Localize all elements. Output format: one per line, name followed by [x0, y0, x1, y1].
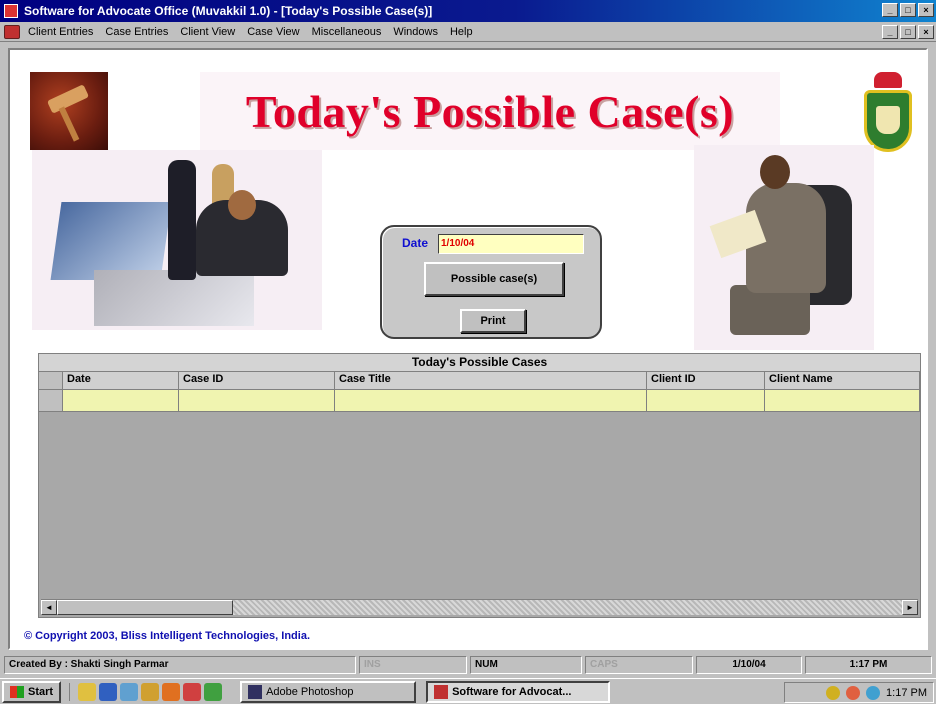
cell-client-id[interactable] — [647, 390, 765, 411]
mdi-controls: _ □ × — [882, 25, 934, 39]
date-input[interactable]: 1/10/04 — [438, 234, 584, 254]
app-icon-green[interactable] — [204, 682, 223, 701]
quick-launch — [69, 682, 223, 701]
status-caps: CAPS — [585, 656, 693, 674]
mdi-minimize-button[interactable]: _ — [882, 25, 898, 39]
maximize-button[interactable]: □ — [900, 3, 916, 17]
date-panel: Date 1/10/04 Possible case(s) Print — [380, 225, 602, 339]
close-button[interactable]: × — [918, 3, 934, 17]
cases-grid[interactable]: Today's Possible Cases Date Case ID Case… — [38, 353, 921, 618]
windows-logo-icon — [10, 685, 24, 698]
status-created-by: Created By : Shakti Singh Parmar — [4, 656, 356, 674]
system-tray: 1:17 PM — [784, 682, 934, 703]
document-icon[interactable] — [4, 24, 20, 39]
task-advocate[interactable]: Software for Advocat... — [426, 680, 611, 703]
start-button[interactable]: Start — [2, 680, 62, 703]
cell-date[interactable] — [63, 390, 179, 411]
business-meeting-photo — [32, 150, 322, 330]
col-case-title[interactable]: Case Title — [335, 372, 647, 389]
status-num: NUM — [470, 656, 582, 674]
row-selector[interactable] — [39, 390, 63, 411]
window-controls: _ □ × — [882, 3, 934, 17]
page-title: Today's Possible Case(s) — [245, 85, 735, 137]
mail-icon[interactable] — [162, 682, 181, 701]
photoshop-icon — [248, 684, 263, 699]
clock[interactable]: 1:17 PM — [886, 687, 927, 699]
statusbar: Created By : Shakti Singh Parmar INS NUM… — [0, 654, 936, 676]
heading-banner: Today's Possible Case(s) — [200, 72, 780, 150]
businessman-phone-photo — [694, 145, 874, 350]
volume-icon[interactable] — [826, 685, 841, 700]
table-row[interactable] — [39, 390, 920, 412]
status-date: 1/10/04 — [696, 656, 802, 674]
cell-client-name[interactable] — [765, 390, 920, 411]
desktop-icon[interactable] — [78, 682, 97, 701]
scroll-left-icon[interactable]: ◄ — [41, 600, 57, 615]
col-date[interactable]: Date — [63, 372, 179, 389]
menu-windows[interactable]: Windows — [393, 26, 438, 38]
menu-miscellaneous[interactable]: Miscellaneous — [312, 26, 382, 38]
mdi-close-button[interactable]: × — [918, 25, 934, 39]
date-label: Date — [402, 236, 429, 250]
col-case-id[interactable]: Case ID — [179, 372, 335, 389]
status-ins: INS — [359, 656, 467, 674]
menubar: Client Entries Case Entries Client View … — [0, 22, 936, 42]
header-selector — [39, 372, 63, 389]
grid-caption: Today's Possible Cases — [39, 354, 920, 372]
grid-header: Date Case ID Case Title Client ID Client… — [39, 372, 920, 390]
col-client-name[interactable]: Client Name — [765, 372, 920, 389]
task-photoshop[interactable]: Adobe Photoshop — [240, 680, 417, 703]
taskbar: Start Adobe Photoshop Software for Advoc… — [0, 678, 936, 704]
minimize-button[interactable]: _ — [882, 3, 898, 17]
copyright-text: © Copyright 2003, Bliss Intelligent Tech… — [24, 630, 311, 642]
mdi-restore-button[interactable]: □ — [900, 25, 916, 39]
scroll-thumb[interactable] — [57, 600, 233, 615]
advocate-app-icon — [434, 684, 449, 699]
menu-client-entries[interactable]: Client Entries — [28, 26, 93, 38]
window-title: Software for Advocate Office (Muvakkil 1… — [24, 4, 433, 18]
task-advocate-label: Software for Advocat... — [452, 685, 572, 698]
print-button[interactable]: Print — [460, 309, 526, 333]
status-time: 1:17 PM — [805, 656, 932, 674]
app-icon — [4, 4, 18, 18]
task-photoshop-label: Adobe Photoshop — [266, 685, 354, 698]
horizontal-scrollbar[interactable]: ◄ ► — [41, 599, 918, 615]
possible-cases-button[interactable]: Possible case(s) — [424, 262, 564, 296]
scroll-right-icon[interactable]: ► — [902, 600, 918, 615]
menu-case-entries[interactable]: Case Entries — [105, 26, 168, 38]
app-icon-red[interactable] — [183, 682, 202, 701]
tray-app-icon[interactable] — [866, 685, 881, 700]
menu-case-view[interactable]: Case View — [247, 26, 299, 38]
menu-client-view[interactable]: Client View — [180, 26, 235, 38]
form-area: Today's Possible Case(s) Date 1/10/04 Po… — [8, 48, 928, 650]
browser-icon[interactable] — [99, 682, 118, 701]
cell-case-title[interactable] — [335, 390, 647, 411]
gavel-image — [30, 72, 108, 150]
col-client-id[interactable]: Client ID — [647, 372, 765, 389]
scroll-track[interactable] — [233, 600, 902, 615]
menu-help[interactable]: Help — [450, 26, 473, 38]
cell-case-id[interactable] — [179, 390, 335, 411]
pen-icon[interactable] — [141, 682, 160, 701]
start-label: Start — [28, 685, 54, 698]
network-icon[interactable] — [846, 685, 861, 700]
window-titlebar: Software for Advocate Office (Muvakkil 1… — [0, 0, 936, 22]
explorer-icon[interactable] — [120, 682, 139, 701]
